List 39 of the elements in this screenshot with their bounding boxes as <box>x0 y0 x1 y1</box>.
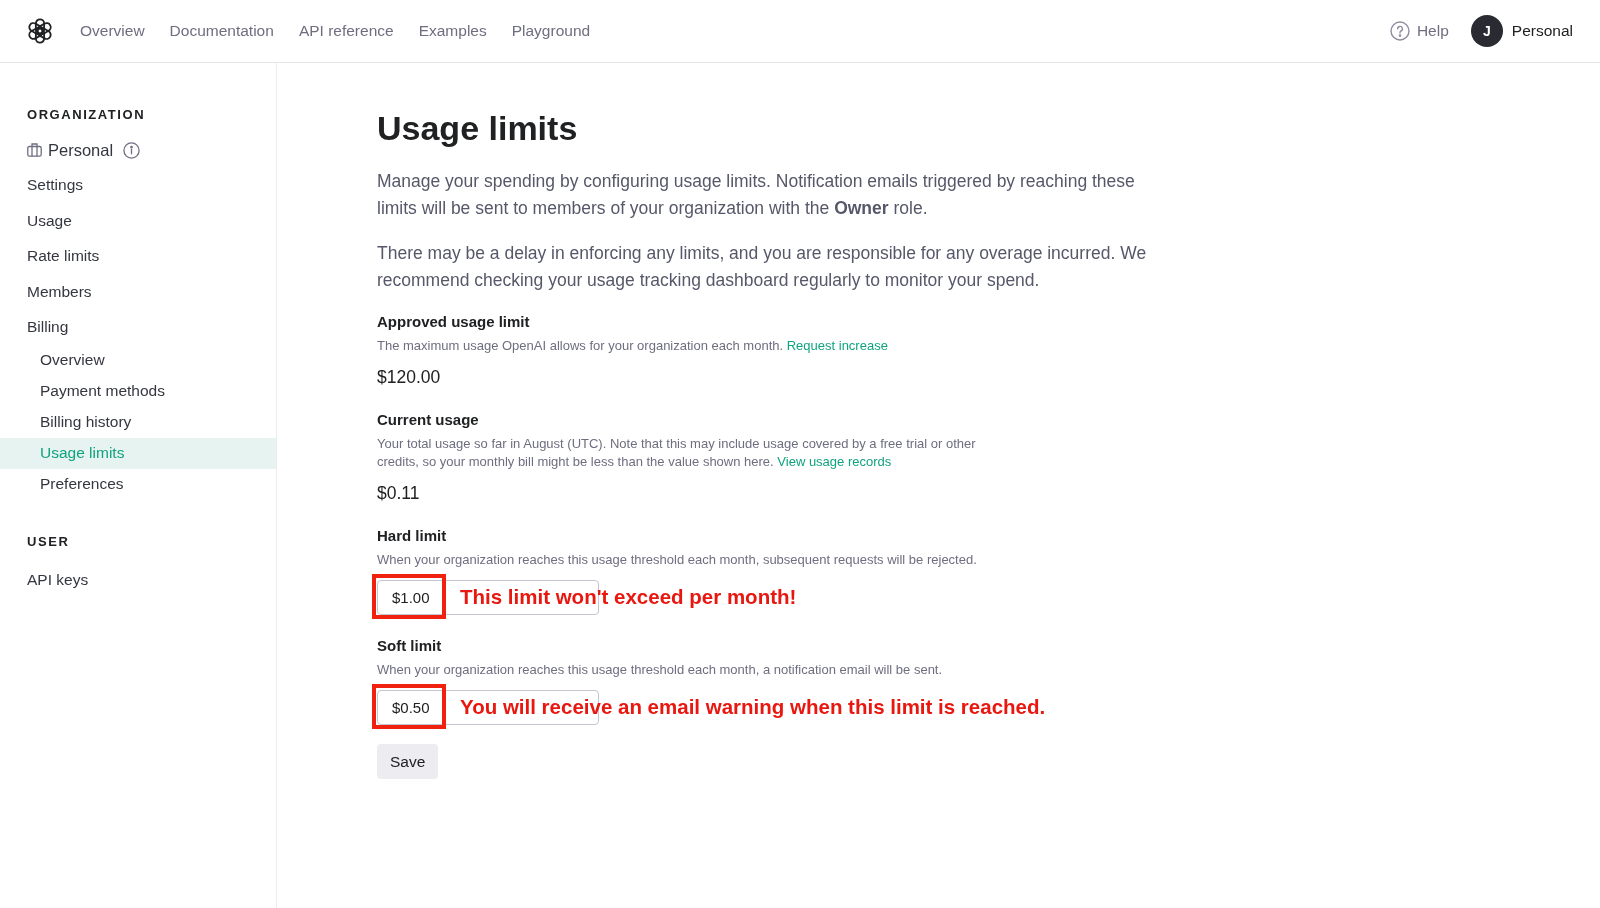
sidebar-subitem[interactable]: Billing history <box>0 406 276 438</box>
amount-value: $0.11 <box>377 482 420 505</box>
nav-link[interactable]: API reference <box>298 19 394 43</box>
sidebar-subitem[interactable]: Payment methods <box>0 375 276 407</box>
section-description: Your total usage so far in August (UTC). Note that this may include usage covered by a free trial or other credits, so your monthly bill might be less than the value shown here. View usage records <box>377 435 977 471</box>
section-description: The maximum usage OpenAI allows for your organization each month. Request increase <box>377 337 889 355</box>
page-title: Usage limits <box>377 108 578 148</box>
nav-link[interactable]: Documentation <box>169 19 274 43</box>
section-heading: Hard limit <box>377 526 447 546</box>
sidebar-item[interactable]: Billing <box>0 309 276 345</box>
sidebar-item[interactable]: API keys <box>0 561 276 597</box>
section-heading: Approved usage limit <box>377 312 530 332</box>
sidebar-item[interactable]: Settings <box>0 167 276 203</box>
section-heading: USER <box>26 532 71 551</box>
intro-paragraph: There may be a delay in enforcing any limits, and you are responsible for any overage incurred. We recommend checking your usage tracking dashboard regularly to monitor your spend. <box>377 242 1148 292</box>
sidebar-item[interactable]: Rate limits <box>0 238 276 274</box>
section-description: When your organization reaches this usage threshold each month, subsequent requests will be rejected. <box>377 551 978 569</box>
help-button[interactable]: Help <box>1389 19 1449 43</box>
sidebar-subitem[interactable]: Preferences <box>0 468 276 500</box>
nav-link[interactable]: Examples <box>418 19 487 43</box>
section-heading: ORGANIZATION <box>26 106 147 124</box>
account-button[interactable]: J Personal <box>1470 15 1573 47</box>
nav-link[interactable]: Playground <box>511 19 591 43</box>
org-switcher[interactable]: Personal <box>27 137 114 163</box>
intro-paragraph: Manage your spending by configuring usage limits. Notification emails triggered by reaching these limits will be sent to members of your organization with the Owner role. <box>377 170 1136 220</box>
nav-link[interactable]: Overview <box>80 19 145 43</box>
avatar: J <box>1470 15 1503 47</box>
section-heading: Current usage <box>377 410 479 430</box>
logo-icon[interactable] <box>27 18 53 44</box>
section-description: When your organization reaches this usage threshold each month, a notification email will be sent. <box>377 661 944 679</box>
amount-value: $120.00 <box>377 366 441 389</box>
info-icon[interactable] <box>123 141 141 159</box>
section-heading: Soft limit <box>377 636 442 656</box>
help-icon <box>1389 21 1410 41</box>
save-button[interactable]: Save <box>377 744 439 779</box>
sidebar-subitem[interactable]: Overview <box>0 344 276 376</box>
sidebar-item[interactable]: Members <box>0 273 276 309</box>
briefcase-icon <box>27 143 42 157</box>
sidebar-item[interactable]: Usage <box>0 202 276 238</box>
